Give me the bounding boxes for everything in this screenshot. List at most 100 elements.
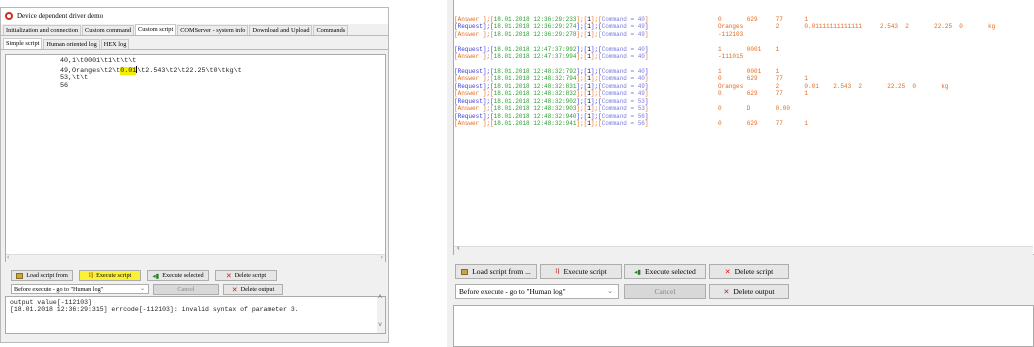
log-values: 0 D 0.00: [718, 105, 791, 113]
chevron-down-icon[interactable]: ⌄: [140, 285, 145, 294]
log-line: [Request];[18.01.2018 12:48:32:902];[1];…: [454, 97, 649, 105]
execute-selected-button[interactable]: ◂▮ Execute selected: [147, 270, 209, 281]
log-command: Command = 40: [601, 15, 645, 23]
scroll-left-icon[interactable]: ‹: [7, 253, 9, 261]
log-timestamp: 18.01.2018 12:48:32:832: [493, 90, 577, 98]
delete-script-button[interactable]: ✕ Delete script: [215, 270, 277, 281]
chevron-down-icon[interactable]: ⌄: [607, 285, 613, 298]
title-bar: Device dependent driver demo: [1, 8, 388, 24]
tab-custom-script[interactable]: Custom script: [135, 24, 177, 35]
log-command: Command = 49: [601, 82, 645, 90]
log-command: Command = 56: [601, 120, 645, 128]
output-panel[interactable]: output value[-112103] [18.01.2018 12:36:2…: [5, 294, 386, 334]
log-direction: Answer: [457, 75, 483, 83]
tab-human-log[interactable]: Human oriented log: [43, 39, 100, 49]
log-command: Command = 49: [601, 30, 645, 38]
log-direction: Request: [457, 23, 483, 31]
folder-icon: [461, 268, 469, 275]
output-line: [18.01.2018 12:36:29:315] errcode[-11210…: [10, 306, 299, 314]
log-direction: Answer: [457, 53, 483, 61]
tab-download-upload[interactable]: Download and Upload: [249, 25, 313, 35]
scroll-up-icon[interactable]: ˄: [378, 294, 382, 302]
execute-icon: ⁞]: [555, 268, 560, 275]
log-timestamp: 18.01.2018 12:48:32:940: [493, 112, 577, 120]
log-command: Command = 56: [601, 112, 645, 120]
tab-initialization[interactable]: Initialization and connection: [3, 25, 82, 35]
log-values: Oranges 2 0.01111111111111 2.543 2 22.25…: [718, 23, 996, 31]
log-horizontal-scrollbar[interactable]: ‹: [454, 244, 1033, 255]
scroll-left-icon[interactable]: ‹: [456, 244, 461, 253]
human-oriented-log[interactable]: [Answer ];[18.01.2018 12:36:29:233];[1];…: [453, 0, 1034, 255]
execute-selected-icon: ◂▮: [634, 268, 642, 276]
tab-commands[interactable]: Commands: [313, 25, 349, 35]
log-command: Command = 53: [601, 105, 645, 113]
app-icon: [5, 12, 13, 20]
window-title: Device dependent driver demo: [17, 12, 104, 20]
scroll-down-icon[interactable]: ˅: [378, 322, 382, 330]
log-values: 0 629 77 1: [718, 120, 809, 128]
load-script-button[interactable]: Load script from: [11, 270, 73, 281]
log-line: [Answer ];[18.01.2018 12:48:32:903];[1];…: [454, 105, 791, 113]
log-command: Command = 49: [601, 23, 645, 31]
log-line: [Request];[18.01.2018 12:48:32:792];[1];…: [454, 67, 780, 75]
execute-script-button[interactable]: ⁞] Execute script: [540, 264, 622, 279]
delete-output-button[interactable]: ✕ Delete output: [223, 284, 283, 295]
log-direction: Answer: [457, 15, 483, 23]
log-line: [Request];[18.01.2018 12:47:37:992];[1];…: [454, 45, 780, 53]
log-command: Command = 40: [601, 45, 645, 53]
load-script-button[interactable]: Load script from ...: [455, 264, 537, 279]
log-timestamp: 18.01.2018 12:36:29:233: [493, 15, 577, 23]
script-line: 40,1\t0001\t1\t\t\t: [60, 57, 137, 65]
tab-simple-script[interactable]: Simple script: [3, 38, 43, 49]
log-direction: Request: [457, 45, 483, 53]
log-direction: Answer: [457, 105, 483, 113]
output-panel[interactable]: [453, 305, 1034, 347]
log-command: Command = 53: [601, 97, 645, 105]
log-timestamp: 18.01.2018 12:48:32:794: [493, 75, 577, 83]
log-direction: Answer: [457, 30, 483, 38]
before-execute-select[interactable]: Before execute - go to "Human log" ⌄: [455, 284, 619, 299]
scroll-right-icon[interactable]: ›: [381, 253, 383, 261]
log-values: 0 629 77 1: [718, 75, 809, 83]
before-execute-select[interactable]: Before execute - go to "Human log" ⌄: [11, 284, 149, 294]
script-line: 56: [60, 82, 69, 91]
log-values: 1 0001 1: [718, 67, 780, 75]
log-line: [Answer ];[18.01.2018 12:47:37:994];[1];…: [454, 53, 744, 61]
cancel-button[interactable]: Cancel: [153, 284, 219, 295]
tab-comserver[interactable]: COMServer - system info: [177, 25, 249, 35]
log-line: [Request];[18.01.2018 12:48:32:831];[1];…: [454, 82, 949, 90]
log-timestamp: 18.01.2018 12:48:32:902: [493, 97, 577, 105]
tab-hex-log[interactable]: HEX log: [100, 39, 130, 49]
log-direction: Request: [457, 112, 483, 120]
log-values: -111015: [718, 53, 744, 61]
log-line: [Request];[18.01.2018 12:48:32:940];[1];…: [454, 112, 649, 120]
execute-selected-icon: ◂▮: [152, 272, 160, 280]
execute-icon: ⁞]: [88, 272, 94, 279]
log-command: Command = 40: [601, 75, 645, 83]
log-values: 1 0001 1: [718, 45, 780, 53]
log-line: [Answer ];[18.01.2018 12:48:32:941];[1];…: [454, 120, 809, 128]
tab-custom-command[interactable]: Custom command: [82, 25, 135, 35]
log-timestamp: 18.01.2018 12:47:37:994: [493, 53, 577, 61]
script-editor[interactable]: 40,1\t0001\t1\t\t\t 49,Oranges\t2\t0.01\t…: [5, 54, 386, 262]
log-line: [Answer ];[18.01.2018 12:36:29:278];[1];…: [454, 30, 744, 38]
log-values: Oranges 2 0.01 2.543 2 22.25 0 kg: [718, 82, 949, 90]
log-lines: [Answer ];[18.01.2018 12:36:29:233];[1];…: [454, 16, 1034, 128]
delete-output-button[interactable]: ✕ Delete output: [709, 284, 789, 299]
output-vertical-scrollbar[interactable]: ˄ ˅: [377, 294, 385, 333]
cancel-button[interactable]: Cancel: [624, 284, 706, 299]
execute-selected-button[interactable]: ◂▮ Execute selected: [624, 264, 706, 279]
log-command: Command = 49: [601, 90, 645, 98]
delete-icon: ✕: [724, 267, 731, 276]
delete-script-button[interactable]: ✕ Delete script: [709, 264, 789, 279]
delete-icon: ✕: [231, 285, 238, 294]
execute-script-button[interactable]: ⁞] Execute script: [79, 270, 141, 281]
log-timestamp: 18.01.2018 12:48:32:941: [493, 120, 577, 128]
log-values: -112103: [718, 30, 744, 38]
selected-text: 0.01: [120, 66, 137, 75]
log-timestamp: 18.01.2018 12:36:29:278: [493, 30, 577, 38]
editor-horizontal-scrollbar[interactable]: ‹ ›: [6, 253, 385, 262]
log-line: [Answer ];[18.01.2018 12:48:32:832];[1];…: [454, 90, 809, 98]
